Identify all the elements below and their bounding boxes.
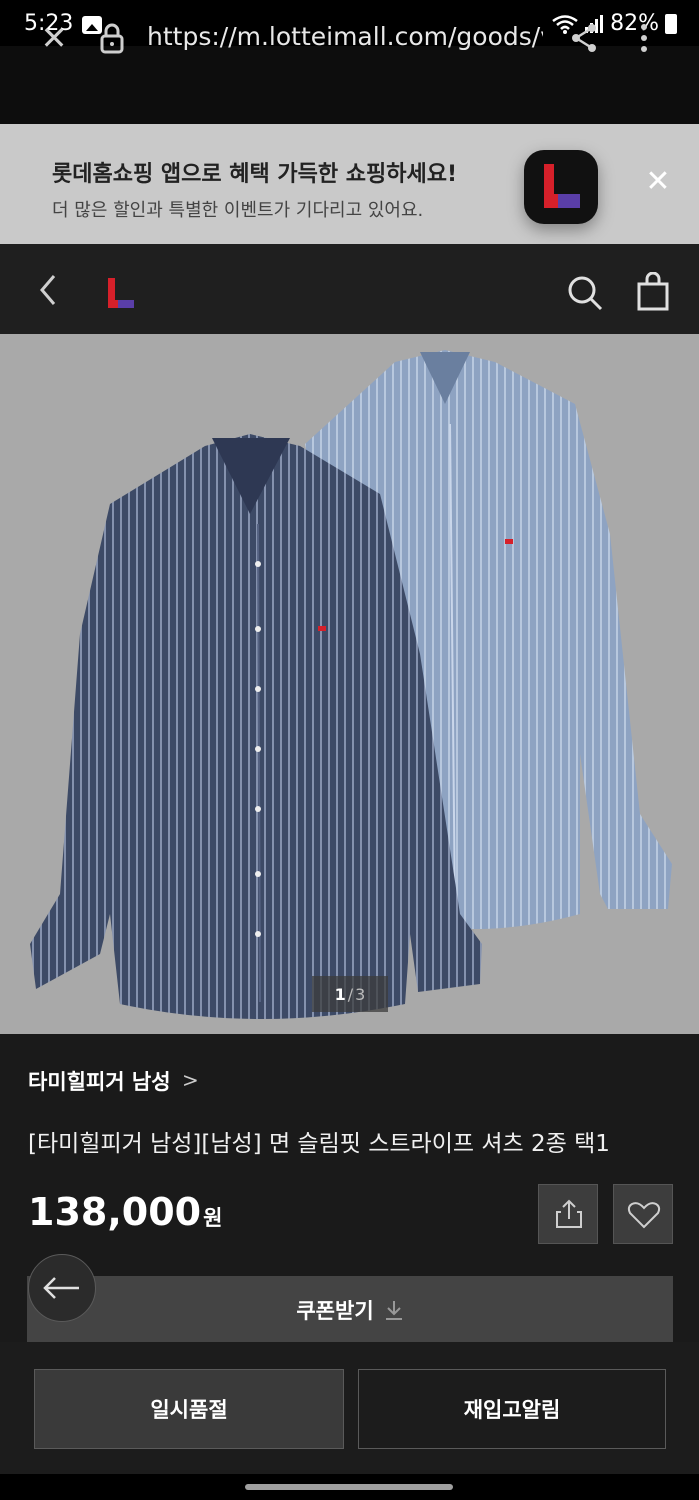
image-counter: 1 / 3 xyxy=(312,976,388,1012)
banner-subtitle: 더 많은 할인과 특별한 이벤트가 기다리고 있어요. xyxy=(52,200,424,221)
image-counter-separator: / xyxy=(347,984,354,1004)
shopping-bag-icon[interactable] xyxy=(636,272,670,312)
back-chevron-icon[interactable] xyxy=(34,270,62,310)
search-icon[interactable] xyxy=(566,274,604,312)
lock-icon[interactable] xyxy=(98,22,126,54)
floating-back-button[interactable] xyxy=(28,1254,96,1322)
arrow-left-icon xyxy=(43,1277,79,1299)
coupon-download-button[interactable]: 쿠폰받기 xyxy=(27,1276,673,1344)
brand-chevron-icon[interactable]: > xyxy=(182,1068,199,1092)
upload-share-icon xyxy=(556,1199,582,1228)
battery-icon xyxy=(665,13,677,34)
url-field[interactable]: https://m.lotteimall.com/goods/viewGoods… xyxy=(147,22,543,51)
banner-close-icon[interactable]: ✕ xyxy=(644,167,672,197)
lotte-logo[interactable] xyxy=(104,276,136,310)
banner-title: 롯데홈쇼핑 앱으로 혜택 가득한 쇼핑하세요! xyxy=(52,162,457,187)
heart-icon xyxy=(627,1202,661,1229)
lotte-app-logo-icon[interactable] xyxy=(524,150,598,224)
image-counter-total: 3 xyxy=(355,984,366,1004)
share-icon[interactable] xyxy=(568,22,600,54)
image-counter-current: 1 xyxy=(334,984,346,1004)
brand-link[interactable]: 타미힐피거 남성 xyxy=(28,1066,171,1096)
more-options-icon[interactable] xyxy=(630,22,658,54)
restock-alert-button[interactable]: 재입고알림 xyxy=(358,1369,666,1449)
share-product-button[interactable] xyxy=(538,1184,598,1244)
close-tab-icon[interactable]: ✕ xyxy=(38,22,70,54)
download-icon xyxy=(385,1301,402,1320)
home-indicator[interactable] xyxy=(245,1484,453,1490)
price-value: 138,000 xyxy=(28,1190,202,1234)
browser-url-bar xyxy=(0,46,699,124)
product-title: [타미힐피거 남성][남성] 면 슬림핏 스트라이프 셔츠 2종 택1 xyxy=(28,1131,610,1157)
product-image[interactable] xyxy=(0,334,699,1034)
product-price: 138,000원 xyxy=(28,1190,222,1234)
coupon-label: 쿠폰받기 xyxy=(296,1299,374,1323)
product-shirts-image xyxy=(30,350,672,1019)
soldout-button[interactable]: 일시품절 xyxy=(34,1369,344,1449)
price-unit: 원 xyxy=(203,1206,223,1230)
wishlist-button[interactable] xyxy=(613,1184,673,1244)
